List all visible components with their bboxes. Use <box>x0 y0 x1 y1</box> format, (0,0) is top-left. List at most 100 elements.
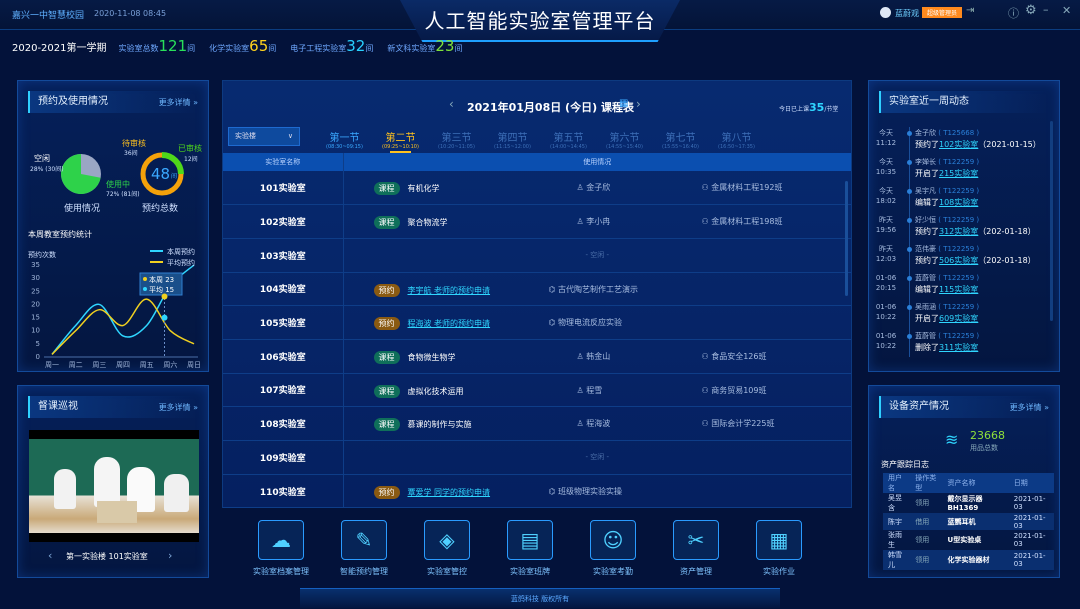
chart-ylabel: 预约次数 <box>28 251 56 259</box>
table-row[interactable]: 110实验室 预约 覃爱学 同学的预约申请 ⌬ 班级物理实验实操 <box>223 474 851 509</box>
list-item[interactable]: 昨天 12:03 范伟豪 ( T122259 ) 预约了506实验室（202-01-1… <box>869 244 1049 272</box>
schedule-title: 2021年01月08日 (今日) 课程表 <box>467 101 634 114</box>
room-name: 104实验室 <box>223 272 344 307</box>
action: 开启了 <box>915 314 939 323</box>
period-tab[interactable]: 第六节 (14:55~15:40) <box>606 129 643 150</box>
room-name: 109实验室 <box>223 440 344 475</box>
table-row[interactable]: 104实验室 预约 李宇航 老师的预约申请 ⌬ 古代陶艺制作工艺演示 <box>223 272 851 307</box>
class-name: 金属材料工程192班 <box>711 183 783 192</box>
scrollbar[interactable] <box>845 181 848 296</box>
room-link[interactable]: 215实验室 <box>939 169 978 178</box>
table-row[interactable]: 韩雪儿 领用 化学实验器材 2021-01-03 <box>883 550 1054 570</box>
tooltip-line: 平均 15 <box>149 285 174 294</box>
user-name[interactable]: 蓝蔚观 <box>895 8 919 19</box>
y-tick-label: 35 <box>31 261 40 269</box>
list-item[interactable]: 昨天 19:56 好少恒 ( T122259 ) 预约了312实验室（202-01-1… <box>869 215 1049 243</box>
table-row[interactable]: 107实验室 课程 虚拟化技术运用 ♙ 程雪 ⚇ 商务贸易109班 <box>223 373 851 408</box>
period-time: (10:20~11:05) <box>438 144 475 150</box>
gear-icon[interactable]: ⚙ <box>1025 3 1037 18</box>
building-select[interactable]: 实验楼 ∨ <box>228 127 300 146</box>
module-label: 实验室班牌 <box>510 567 550 576</box>
logout-icon[interactable]: ⇥ <box>966 5 974 16</box>
room-name: 107实验室 <box>223 373 344 408</box>
user-name: 吴雨涵 <box>915 303 936 311</box>
pie-inuse <box>61 154 101 194</box>
topic-icon: ⌬ <box>548 486 556 496</box>
list-item[interactable]: 今天 18:02 吴宇凡 ( T122259 ) 编辑了108实验室 <box>869 186 1049 214</box>
user-name: 范伟豪 <box>915 245 936 253</box>
teacher-icon: ♙ <box>576 217 584 227</box>
prev-day-icon[interactable]: ‹ <box>449 97 454 111</box>
help-icon[interactable]: ⓘ <box>1008 5 1019 21</box>
table-row[interactable]: 吴昱含 领用 戴尔显示器BH1369 2021-01-03 <box>883 493 1054 513</box>
module-button[interactable]: ▤ 实验室班牌 <box>490 520 570 577</box>
room-name: 101实验室 <box>223 171 344 206</box>
list-item[interactable]: 01-06 10:22 蓝蔚管 ( T122259 ) 删除了311实验室 <box>869 331 1049 359</box>
table-row[interactable]: 张雨生 领用 U型实验桌 2021-01-03 <box>883 530 1054 550</box>
table-row[interactable]: 103实验室 - 空闲 - <box>223 238 851 273</box>
timeline-dot <box>907 131 912 136</box>
more-link[interactable]: 更多详情 » <box>159 402 198 413</box>
more-link[interactable]: 更多详情 » <box>159 97 198 108</box>
summary-value: 121 <box>158 37 188 55</box>
booking-request-link[interactable]: 覃爱学 同学的预约申请 <box>408 488 491 497</box>
table-row[interactable]: 109实验室 - 空闲 - <box>223 440 851 475</box>
list-item[interactable]: 今天 10:35 李婵长 ( T122259 ) 开启了215实验室 <box>869 157 1049 185</box>
video-feed[interactable] <box>29 430 199 542</box>
prev-camera-icon[interactable]: ‹ <box>48 549 52 562</box>
period-tab[interactable]: 第二节 (09:25~10:10) <box>382 129 419 153</box>
module-button[interactable]: ✎ 智能预约管理 <box>324 520 404 577</box>
more-link[interactable]: 更多详情 » <box>1010 402 1049 413</box>
list-item[interactable]: 01-06 10:22 吴雨涵 ( T122259 ) 开启了609实验室 <box>869 302 1049 330</box>
period-tab[interactable]: 第四节 (11:15~12:00) <box>494 129 531 150</box>
x-tick-label: 周三 <box>92 361 106 369</box>
module-button[interactable]: ☺ 实验室考勤 <box>573 520 653 577</box>
booking-request-link[interactable]: 李宇航 老师的预约申请 <box>408 286 491 295</box>
user-name: 李婵长 <box>915 158 936 166</box>
module-button[interactable]: ▦ 实验作业 <box>739 520 819 577</box>
close-icon[interactable]: ✕ <box>1062 4 1071 17</box>
tooltip <box>139 272 183 296</box>
module-icon: ☁ <box>258 520 304 560</box>
table-row[interactable]: 105实验室 预约 程海波 老师的预约申请 ⌬ 物理电流反应实验 <box>223 305 851 340</box>
topic: 班级物理实验实操 <box>558 486 623 496</box>
user: 韩雪儿 <box>888 551 902 569</box>
table-row[interactable]: 108实验室 课程 慕课的制作与实施 ♙ 程海波 ⚇ 国际会计学225班 <box>223 406 851 441</box>
teacher-icon: ♙ <box>576 419 584 429</box>
room-link[interactable]: 312实验室 <box>939 227 978 236</box>
avatar[interactable] <box>880 7 891 18</box>
minimize-icon[interactable]: – <box>1043 3 1049 16</box>
room-link[interactable]: 609实验室 <box>939 314 978 323</box>
col-room: 实验室名称 <box>223 153 344 171</box>
table-row[interactable]: 106实验室 课程 食物微生物学 ♙ 韩金山 ⚇ 食品安全126班 <box>223 339 851 374</box>
page-title: 人工智能实验室管理平台 <box>400 0 680 42</box>
table-row[interactable]: 101实验室 课程 有机化学 ♙ 金子欣 ⚇ 金属材料工程192班 <box>223 171 851 206</box>
room-link[interactable]: 115实验室 <box>939 285 978 294</box>
period-tab[interactable]: 第七节 (15:55~16:40) <box>662 129 699 150</box>
table-row[interactable]: 102实验室 课程 聚合物流学 ♙ 李小冉 ⚇ 金属材料工程198班 <box>223 204 851 239</box>
class-icon: ⚇ <box>701 217 709 227</box>
booking-request-link[interactable]: 程海波 老师的预约申请 <box>408 319 491 328</box>
module-button[interactable]: ☁ 实验室档案管理 <box>241 520 321 577</box>
room-link[interactable]: 311实验室 <box>939 343 978 352</box>
list-item[interactable]: 01-06 20:15 蓝蔚管 ( T122259 ) 编辑了115实验室 <box>869 273 1049 301</box>
room-link[interactable]: 506实验室 <box>939 256 978 265</box>
period-tab[interactable]: 第五节 (14:00~14:45) <box>550 129 587 150</box>
calendar-icon[interactable]: ▦ <box>619 98 628 109</box>
period-tab[interactable]: 第三节 (10:20~11:05) <box>438 129 475 150</box>
x-tick-label: 周五 <box>140 361 154 369</box>
table-row[interactable]: 陈宇 借用 蓝鹦耳机 2021-01-03 <box>883 513 1054 530</box>
module-button[interactable]: ◈ 实验室管控 <box>407 520 487 577</box>
school-name: 嘉兴一中智慧校园 <box>12 11 85 21</box>
scrollbar[interactable] <box>1050 121 1053 321</box>
y-tick-label: 15 <box>31 314 40 322</box>
booking-badge: 预约 <box>373 283 400 297</box>
next-camera-icon[interactable]: › <box>168 549 172 562</box>
period-tab[interactable]: 第一节 (08:30~09:15) <box>326 129 363 150</box>
next-day-icon[interactable]: › <box>636 97 641 111</box>
module-button[interactable]: ✂ 资产管理 <box>656 520 736 577</box>
list-item[interactable]: 今天 11:12 金子欣 ( T125668 ) 预约了102实验室（2021-01-… <box>869 128 1049 156</box>
room-link[interactable]: 108实验室 <box>939 198 978 207</box>
period-tab[interactable]: 第八节 (16:50~17:35) <box>718 129 755 150</box>
room-link[interactable]: 102实验室 <box>939 140 978 149</box>
